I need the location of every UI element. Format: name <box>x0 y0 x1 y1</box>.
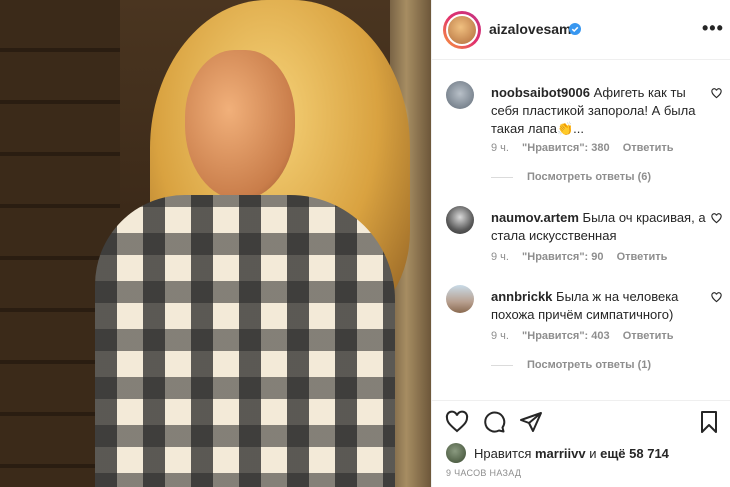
post-timestamp[interactable]: 9 ЧАСОВ НАЗАД <box>446 468 521 478</box>
photo-plaid-shirt <box>95 195 395 487</box>
comment-meta: 9 ч. "Нравится": 403 Ответить <box>491 330 684 342</box>
photo-face <box>185 50 295 200</box>
reply-button[interactable]: Ответить <box>623 142 674 154</box>
reply-button[interactable]: Ответить <box>617 251 668 263</box>
comment-likes[interactable]: "Нравится": 403 <box>522 330 610 342</box>
comment-text: annbrickk Была ж на человека похожа прич… <box>491 288 707 324</box>
comment-text: naumov.artem Была оч красивая, а стала и… <box>491 209 707 245</box>
clap-emoji: 👏 <box>556 121 574 136</box>
author-avatar[interactable] <box>446 14 478 46</box>
post-header: aizalovesam ••• <box>432 0 730 60</box>
share-icon[interactable] <box>519 410 543 434</box>
heart-icon[interactable] <box>445 410 469 434</box>
likes-summary: Нравится marriivv и ещё 58 714 <box>446 443 669 463</box>
comment-likes[interactable]: "Нравится": 90 <box>522 251 603 263</box>
more-icon[interactable]: ••• <box>702 18 724 39</box>
heart-icon[interactable] <box>711 88 722 99</box>
likes-and: и <box>589 445 597 461</box>
comment-avatar[interactable] <box>446 81 474 109</box>
bookmark-icon[interactable] <box>697 410 721 434</box>
comment-username[interactable]: noobsaibot9006 <box>491 85 590 100</box>
view-replies-label[interactable]: Посмотреть ответы (1) <box>527 359 651 371</box>
view-replies-label[interactable]: Посмотреть ответы (6) <box>527 171 651 183</box>
comment-avatar[interactable] <box>446 206 474 234</box>
author-username[interactable]: aizalovesam <box>489 21 572 37</box>
liked-by-username[interactable]: marriivv <box>535 446 586 461</box>
comment-likes[interactable]: "Нравится": 380 <box>522 142 610 154</box>
post-photo[interactable] <box>0 0 431 487</box>
comment-text: noobsaibot9006 Афигеть как ты себя пласт… <box>491 84 707 138</box>
comment-username[interactable]: naumov.artem <box>491 210 579 225</box>
likes-prefix: Нравится <box>474 445 532 461</box>
replies-line <box>491 364 513 366</box>
comment-time[interactable]: 9 ч. <box>491 142 509 154</box>
heart-icon[interactable] <box>711 213 722 224</box>
heart-icon[interactable] <box>711 292 722 303</box>
likes-count[interactable]: ещё 58 714 <box>600 446 669 461</box>
post-actions: Нравится marriivv и ещё 58 714 9 ЧАСОВ Н… <box>432 400 730 487</box>
comment-ellipsis[interactable]: ... <box>573 121 584 136</box>
comment-meta: 9 ч. "Нравится": 380 Ответить <box>491 142 684 154</box>
comment-username[interactable]: annbrickk <box>491 289 552 304</box>
comment-avatar[interactable] <box>446 285 474 313</box>
verified-icon <box>569 23 581 35</box>
comment-meta: 9 ч. "Нравится": 90 Ответить <box>491 251 677 263</box>
view-replies-button[interactable]: Посмотреть ответы (6) <box>491 171 651 183</box>
view-replies-button[interactable]: Посмотреть ответы (1) <box>491 359 651 371</box>
reply-button[interactable]: Ответить <box>623 330 674 342</box>
replies-line <box>491 176 513 178</box>
comment-icon[interactable] <box>482 410 506 434</box>
comments-list[interactable]: noobsaibot9006 Афигеть как ты себя пласт… <box>432 61 730 401</box>
liker-avatar[interactable] <box>446 443 466 463</box>
comment-time[interactable]: 9 ч. <box>491 330 509 342</box>
comment-time[interactable]: 9 ч. <box>491 251 509 263</box>
